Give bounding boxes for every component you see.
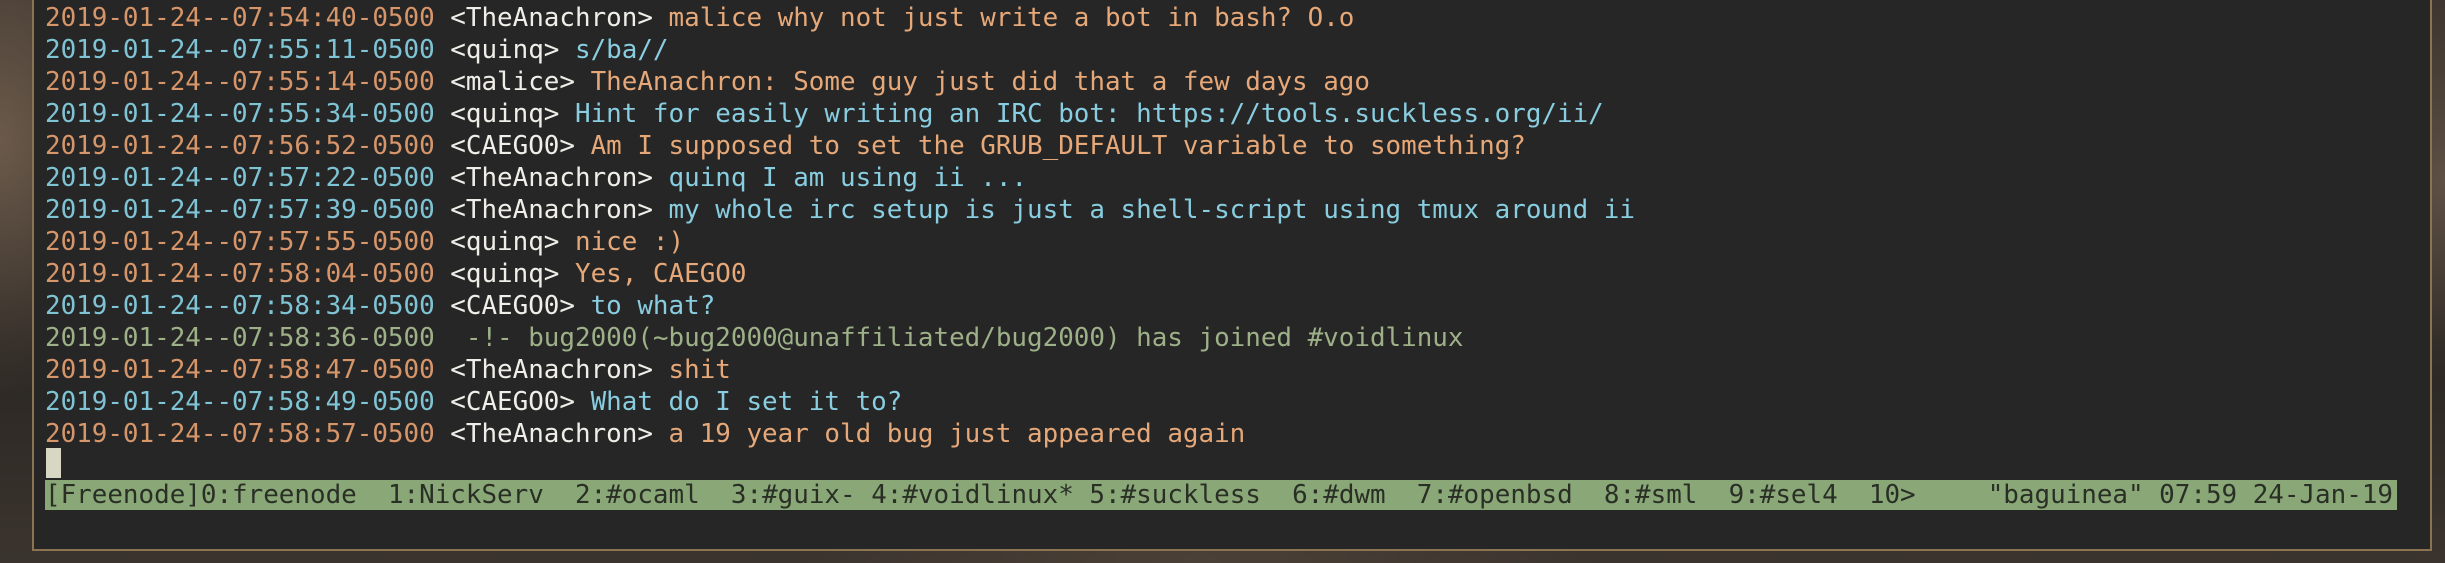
nick: <CAEGO0> xyxy=(450,387,575,417)
chat-line: 2019-01-24--07:54:40-0500 <TheAnachron> … xyxy=(45,2,1635,34)
timestamp: 2019-01-24--07:58:34-0500 xyxy=(45,291,435,321)
timestamp: 2019-01-24--07:57:55-0500 xyxy=(45,227,435,257)
chat-log: 2019-01-24--07:54:40-0500 <TheAnachron> … xyxy=(45,2,1635,450)
chat-line: 2019-01-24--07:58:57-0500 <TheAnachron> … xyxy=(45,418,1635,450)
message: Hint for easily writing an IRC bot: http… xyxy=(575,99,1604,129)
nick: <TheAnachron> xyxy=(450,355,653,385)
nick: <CAEGO0> xyxy=(450,131,575,161)
message: a 19 year old bug just appeared again xyxy=(668,419,1246,449)
message: s/ba// xyxy=(575,35,669,65)
nick: <quinq> xyxy=(450,227,560,257)
nick: <TheAnachron> xyxy=(450,195,653,225)
window-tab-2[interactable]: 2:#ocaml xyxy=(575,480,715,510)
terminal-window[interactable]: 2019-01-24--07:54:40-0500 <TheAnachron> … xyxy=(32,0,2432,551)
message: Am I supposed to set the GRUB_DEFAULT va… xyxy=(590,131,1526,161)
timestamp: 2019-01-24--07:55:14-0500 xyxy=(45,67,435,97)
chat-line: 2019-01-24--07:55:34-0500 <quinq> Hint f… xyxy=(45,98,1635,130)
message: to what? xyxy=(590,291,716,321)
chat-line-join-notice: 2019-01-24--07:58:36-0500 -!- bug2000(~b… xyxy=(45,322,1635,354)
window-tab-5[interactable]: 5:#suckless xyxy=(1089,480,1276,510)
timestamp: 2019-01-24--07:55:11-0500 xyxy=(45,35,435,65)
nick: <CAEGO0> xyxy=(450,291,575,321)
timestamp: 2019-01-24--07:54:40-0500 xyxy=(45,3,435,33)
message: TheAnachron: Some guy just did that a fe… xyxy=(590,67,1370,97)
session-name: [Freenode] xyxy=(45,480,201,510)
nick: <TheAnachron> xyxy=(450,163,653,193)
nick: <quinq> xyxy=(450,259,560,289)
window-tab-1[interactable]: 1:NickServ xyxy=(388,480,559,510)
timestamp: 2019-01-24--07:58:47-0500 xyxy=(45,355,435,385)
chat-line: 2019-01-24--07:55:11-0500 <quinq> s/ba// xyxy=(45,34,1635,66)
timestamp: 2019-01-24--07:58:36-0500 xyxy=(45,323,435,353)
nick: <quinq> xyxy=(450,99,560,129)
window-tab-9[interactable]: 9:#sel4 xyxy=(1729,480,1854,510)
chat-line: 2019-01-24--07:57:55-0500 <quinq> nice :… xyxy=(45,226,1635,258)
nick: <malice> xyxy=(450,67,575,97)
window-tab-4[interactable]: 4:#voidlinux* xyxy=(871,480,1089,510)
timestamp: 2019-01-24--07:57:39-0500 xyxy=(45,195,435,225)
window-tab-3[interactable]: 3:#guix- xyxy=(731,480,871,510)
chat-line: 2019-01-24--07:57:22-0500 <TheAnachron> … xyxy=(45,162,1635,194)
nick: <TheAnachron> xyxy=(450,3,653,33)
timestamp: 2019-01-24--07:58:04-0500 xyxy=(45,259,435,289)
window-tab-6[interactable]: 6:#dwm xyxy=(1292,480,1401,510)
chat-line: 2019-01-24--07:57:39-0500 <TheAnachron> … xyxy=(45,194,1635,226)
message: malice why not just write a bot in bash?… xyxy=(668,3,1355,33)
window-tab-7[interactable]: 7:#openbsd xyxy=(1417,480,1588,510)
input-cursor[interactable] xyxy=(46,448,61,478)
status-host-time: "baguinea" 07:59 24-Jan-19 xyxy=(1987,480,2393,510)
timestamp: 2019-01-24--07:58:49-0500 xyxy=(45,387,435,417)
chat-line: 2019-01-24--07:55:14-0500 <malice> TheAn… xyxy=(45,66,1635,98)
timestamp: 2019-01-24--07:56:52-0500 xyxy=(45,131,435,161)
window-tab-0[interactable]: 0:freenode xyxy=(201,480,372,510)
chat-line: 2019-01-24--07:58:49-0500 <CAEGO0> What … xyxy=(45,386,1635,418)
message: my whole irc setup is just a shell-scrip… xyxy=(668,195,1635,225)
window-tab-10[interactable]: 10> xyxy=(1869,480,1916,510)
message: shit xyxy=(668,355,731,385)
chat-line: 2019-01-24--07:58:04-0500 <quinq> Yes, C… xyxy=(45,258,1635,290)
timestamp: 2019-01-24--07:57:22-0500 xyxy=(45,163,435,193)
tmux-status-bar: [Freenode]0:freenode 1:NickServ 2:#ocaml… xyxy=(45,480,2397,510)
window-tab-8[interactable]: 8:#sml xyxy=(1604,480,1713,510)
chat-line: 2019-01-24--07:58:47-0500 <TheAnachron> … xyxy=(45,354,1635,386)
timestamp: 2019-01-24--07:55:34-0500 xyxy=(45,99,435,129)
timestamp: 2019-01-24--07:58:57-0500 xyxy=(45,419,435,449)
message: What do I set it to? xyxy=(590,387,903,417)
nick: <TheAnachron> xyxy=(450,419,653,449)
message: -!- bug2000(~bug2000@unaffiliated/bug200… xyxy=(450,323,1464,353)
message: Yes, CAEGO0 xyxy=(575,259,747,289)
message: quinq I am using ii ... xyxy=(668,163,1028,193)
chat-line: 2019-01-24--07:56:52-0500 <CAEGO0> Am I … xyxy=(45,130,1635,162)
chat-line: 2019-01-24--07:58:34-0500 <CAEGO0> to wh… xyxy=(45,290,1635,322)
message: nice :) xyxy=(575,227,685,257)
nick: <quinq> xyxy=(450,35,560,65)
